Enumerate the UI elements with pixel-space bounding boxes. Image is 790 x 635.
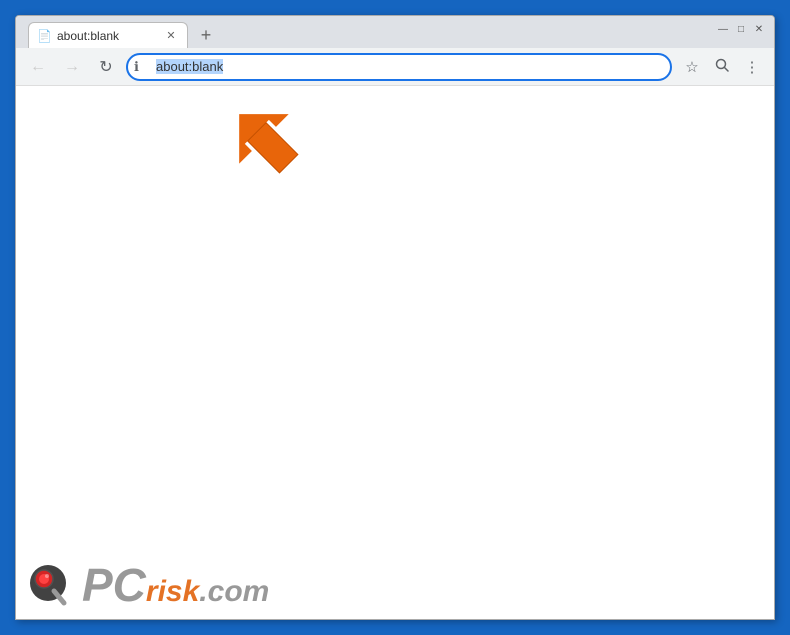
title-bar: 📄 about:blank ✕ + — □ ✕ [16, 16, 774, 48]
arrow-annotation [216, 96, 326, 196]
menu-button[interactable]: ⋮ [738, 53, 766, 81]
tab-favicon-icon: 📄 [37, 29, 51, 43]
browser-window: 📄 about:blank ✕ + — □ ✕ ← → ↻ ℹ ☆ [15, 15, 775, 620]
tab-close-button[interactable]: ✕ [163, 28, 179, 44]
forward-icon: → [64, 58, 80, 76]
maximize-button[interactable]: □ [734, 22, 748, 36]
watermark-risk: risk [146, 577, 199, 607]
watermark-brand-text: PC risk .com [82, 562, 269, 608]
forward-button[interactable]: → [58, 53, 86, 81]
watermark: PC risk .com [26, 561, 269, 609]
toolbar: ← → ↻ ℹ ☆ ⋮ [16, 48, 774, 86]
watermark-pc: PC [82, 562, 146, 608]
bookmark-icon: ☆ [685, 58, 698, 76]
menu-icon: ⋮ [745, 58, 760, 76]
page-content: PC risk .com [16, 86, 774, 619]
tab-bar: 📄 about:blank ✕ + [24, 16, 220, 48]
tab-title: about:blank [57, 29, 157, 43]
refresh-button[interactable]: ↻ [92, 53, 120, 81]
window-controls: — □ ✕ [716, 22, 766, 36]
new-tab-button[interactable]: + [192, 22, 220, 48]
pcrisk-logo-icon [26, 561, 74, 609]
address-bar-wrap: ℹ [126, 53, 672, 81]
back-button[interactable]: ← [24, 53, 52, 81]
close-button[interactable]: ✕ [752, 22, 766, 36]
info-icon: ℹ [134, 59, 139, 75]
toolbar-right: ☆ ⋮ [678, 53, 766, 81]
search-icon [715, 58, 729, 76]
back-icon: ← [30, 58, 46, 76]
refresh-icon: ↻ [99, 57, 112, 77]
address-bar[interactable] [126, 53, 672, 81]
watermark-com: .com [199, 577, 269, 607]
search-button[interactable] [708, 53, 736, 81]
minimize-button[interactable]: — [716, 22, 730, 36]
browser-tab[interactable]: 📄 about:blank ✕ [28, 22, 188, 48]
bookmark-button[interactable]: ☆ [678, 53, 706, 81]
